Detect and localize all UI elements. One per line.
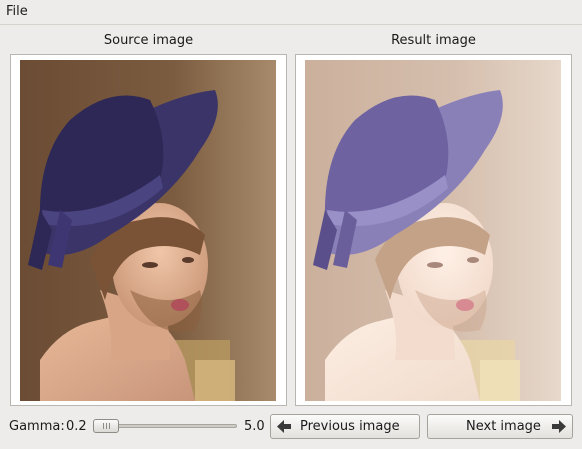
gamma-max-value: 5.0 xyxy=(244,419,265,434)
menu-file[interactable]: File xyxy=(6,4,28,19)
previous-image-button[interactable]: Previous image xyxy=(270,414,420,439)
result-image-frame xyxy=(295,54,572,406)
previous-image-label: Previous image xyxy=(300,419,400,434)
arrow-right-icon xyxy=(552,420,566,437)
menu-bar: File xyxy=(0,0,582,25)
result-image xyxy=(305,60,561,401)
gamma-min-value: 0.2 xyxy=(66,419,87,434)
next-image-label: Next image xyxy=(466,419,541,434)
gamma-label: Gamma: xyxy=(9,419,65,434)
source-image-frame xyxy=(10,54,287,406)
source-image-title: Source image xyxy=(103,33,194,48)
result-image-title: Result image xyxy=(391,33,476,48)
gamma-slider-handle[interactable] xyxy=(93,419,119,433)
source-image xyxy=(20,60,276,401)
arrow-left-icon xyxy=(277,420,291,437)
next-image-button[interactable]: Next image xyxy=(427,414,573,439)
gamma-slider[interactable] xyxy=(93,417,237,435)
